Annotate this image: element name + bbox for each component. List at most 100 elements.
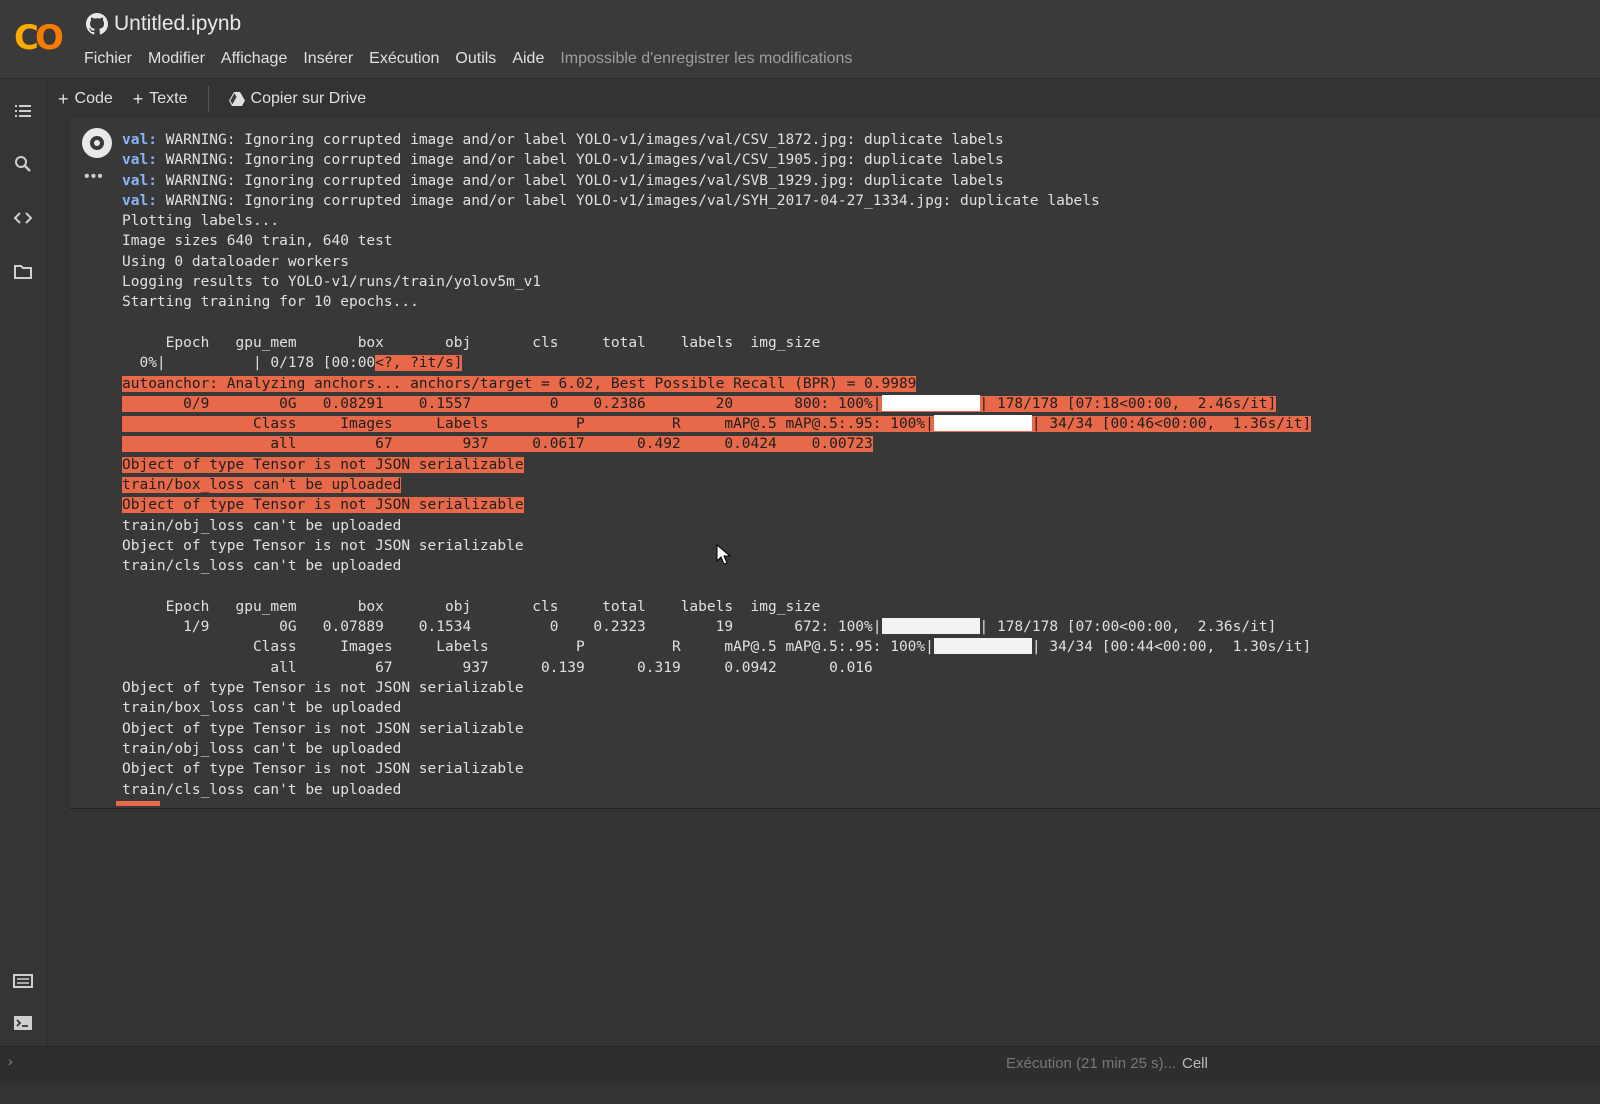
output-line: val: WARNING: Ignoring corrupted image a… bbox=[122, 150, 1592, 170]
copy-to-drive-label: Copier sur Drive bbox=[250, 90, 367, 107]
output-text: Object of type Tensor is not JSON serial… bbox=[122, 680, 524, 697]
code-snippets-icon[interactable] bbox=[12, 207, 34, 229]
output-prefix: 0%| | 0/178 [00:00 bbox=[122, 355, 376, 372]
output-text: Starting training for 10 epochs... bbox=[122, 294, 419, 311]
stop-execution-button[interactable] bbox=[82, 128, 112, 158]
add-text-label: Texte bbox=[149, 90, 188, 107]
command-palette-icon[interactable] bbox=[12, 970, 34, 992]
progress-bar bbox=[933, 415, 1032, 432]
output-line: val: WARNING: Ignoring corrupted image a… bbox=[122, 171, 1592, 191]
output-line: Starting training for 10 epochs... bbox=[122, 292, 1592, 312]
output-text: train/obj_loss can't be uploaded bbox=[122, 740, 402, 757]
output-text: Epoch gpu_mem box obj cls total labels i… bbox=[122, 334, 821, 351]
output-line: Object of type Tensor is not JSON serial… bbox=[122, 455, 1592, 475]
output-text: Analyzing anchors... anchors/target = 6.… bbox=[218, 375, 917, 392]
code-cell[interactable]: ••• val: WARNING: Ignoring corrupted ima… bbox=[70, 118, 1600, 809]
output-text: <?, ?it/s] bbox=[375, 355, 463, 372]
output-suffix: | 34/34 [00:44<00:00, 1.30s/it] bbox=[1031, 639, 1312, 656]
add-code-label: Code bbox=[74, 90, 113, 107]
output-prefix: val: bbox=[122, 172, 157, 189]
output-text: train/box_loss can't be uploaded bbox=[122, 477, 402, 494]
notebook-toolbar: + Code + Texte Copier sur Drive bbox=[48, 80, 1600, 118]
add-text-button[interactable]: + Texte bbox=[123, 89, 198, 110]
output-line: val: WARNING: Ignoring corrupted image a… bbox=[122, 130, 1592, 150]
menu-fichier[interactable]: Fichier bbox=[84, 48, 140, 70]
current-cell-link[interactable]: Cell bbox=[1182, 1055, 1208, 1072]
output-text: WARNING: Ignoring corrupted image and/or… bbox=[156, 152, 1004, 169]
output-suffix: | 178/178 [07:00<00:00, 2.36s/it] bbox=[979, 619, 1277, 636]
logo-left-letter: C bbox=[14, 18, 39, 58]
search-icon[interactable] bbox=[12, 153, 34, 175]
plus-icon: + bbox=[58, 88, 69, 109]
output-line: Object of type Tensor is not JSON serial… bbox=[122, 719, 1592, 739]
mouse-cursor-icon bbox=[716, 544, 732, 565]
menu-aide[interactable]: Aide bbox=[504, 48, 552, 70]
output-text: Epoch gpu_mem box obj cls total labels i… bbox=[122, 598, 821, 615]
more-options-icon[interactable]: ••• bbox=[84, 168, 104, 186]
scrolled-partial-line bbox=[122, 122, 1592, 130]
copy-to-drive-button[interactable]: Copier sur Drive bbox=[219, 90, 377, 108]
add-code-button[interactable]: + Code bbox=[48, 89, 123, 110]
status-bar: › Exécution (21 min 25 s)... Cell bbox=[0, 1046, 1600, 1081]
toolbar-divider bbox=[207, 86, 209, 112]
cell-output: val: WARNING: Ignoring corrupted image a… bbox=[122, 122, 1592, 800]
save-warning-link[interactable]: Impossible d'enregistrer les modificatio… bbox=[552, 48, 852, 70]
output-text: Object of type Tensor is not JSON serial… bbox=[122, 537, 524, 554]
progress-bar-wrap bbox=[881, 394, 980, 412]
output-text: train/cls_loss can't be uploaded bbox=[122, 558, 402, 575]
output-text: Object of type Tensor is not JSON serial… bbox=[122, 720, 524, 737]
output-line: Epoch gpu_mem box obj cls total labels i… bbox=[122, 333, 1592, 353]
output-line: Object of type Tensor is not JSON serial… bbox=[122, 678, 1592, 698]
progress-bar bbox=[881, 394, 980, 411]
output-text: Class Images Labels P R mAP@.5 mAP@.5:.9… bbox=[122, 416, 934, 433]
output-prefix: val: bbox=[122, 192, 157, 209]
menu-affichage[interactable]: Affichage bbox=[213, 48, 295, 70]
menu-modifier[interactable]: Modifier bbox=[140, 48, 213, 70]
execution-progress-indicator bbox=[116, 801, 160, 806]
output-line: Object of type Tensor is not JSON serial… bbox=[122, 495, 1592, 515]
output-suffix: | 178/178 [07:18<00:00, 2.46s/it] bbox=[979, 395, 1277, 412]
output-line: val: WARNING: Ignoring corrupted image a… bbox=[122, 191, 1592, 211]
output-text: Class Images Labels P R mAP@.5 mAP@.5:.9… bbox=[122, 639, 934, 656]
output-text: 1/9 0G 0.07889 0.1534 0 0.2323 19 672: 1… bbox=[122, 619, 882, 636]
output-text: Image sizes 640 train, 640 test bbox=[122, 233, 393, 250]
output-prefix: autoanchor: bbox=[122, 375, 219, 392]
output-line: train/obj_loss can't be uploaded bbox=[122, 739, 1592, 759]
output-text: Using 0 dataloader workers bbox=[122, 253, 349, 270]
menu-inserer[interactable]: Insérer bbox=[295, 48, 361, 70]
output-line: train/box_loss can't be uploaded bbox=[122, 698, 1592, 718]
output-line: Logging results to YOLO-v1/runs/train/yo… bbox=[122, 272, 1592, 292]
output-text: train/obj_loss can't be uploaded bbox=[122, 517, 402, 534]
progress-bar bbox=[933, 638, 1032, 655]
folder-icon[interactable] bbox=[12, 261, 34, 283]
menu-outils[interactable]: Outils bbox=[447, 48, 504, 70]
expand-chevron-icon[interactable]: › bbox=[8, 1053, 13, 1069]
notebook-title[interactable]: Untitled.ipynb bbox=[114, 12, 241, 36]
output-text: all 67 937 0.0617 0.492 0.0424 0.00723 bbox=[122, 436, 873, 453]
output-text: Plotting labels... bbox=[122, 213, 280, 230]
menu-execution[interactable]: Exécution bbox=[361, 48, 447, 70]
output-line: all 67 937 0.0617 0.492 0.0424 0.00723 bbox=[122, 434, 1592, 454]
output-line: Object of type Tensor is not JSON serial… bbox=[122, 536, 1592, 556]
toc-icon[interactable] bbox=[12, 100, 34, 122]
top-bar: CO Untitled.ipynb Fichier Modifier Affic… bbox=[0, 0, 1600, 79]
output-prefix: val: bbox=[122, 152, 157, 169]
terminal-icon[interactable] bbox=[12, 1012, 34, 1034]
output-line: train/box_loss can't be uploaded bbox=[122, 475, 1592, 495]
notebook-title-area: Untitled.ipynb bbox=[86, 12, 241, 36]
output-text: WARNING: Ignoring corrupted image and/or… bbox=[156, 172, 1004, 189]
output-text: Logging results to YOLO-v1/runs/train/yo… bbox=[122, 274, 542, 291]
output-line: Object of type Tensor is not JSON serial… bbox=[122, 759, 1592, 779]
progress-bar bbox=[881, 618, 980, 635]
output-text: train/cls_loss can't be uploaded bbox=[122, 781, 402, 798]
output-text: train/box_loss can't be uploaded bbox=[122, 700, 402, 717]
output-line: 0%| | 0/178 [00:00<?, ?it/s] bbox=[122, 353, 1592, 373]
output-text: Object of type Tensor is not JSON serial… bbox=[122, 497, 524, 514]
output-prefix: val: bbox=[122, 132, 157, 148]
colab-logo[interactable]: CO bbox=[14, 18, 70, 58]
github-icon bbox=[86, 13, 108, 35]
output-text: WARNING: Ignoring corrupted image and/or… bbox=[156, 132, 1004, 148]
output-suffix: | 34/34 [00:46<00:00, 1.36s/it] bbox=[1031, 416, 1312, 433]
output-line: train/cls_loss can't be uploaded bbox=[122, 556, 1592, 576]
